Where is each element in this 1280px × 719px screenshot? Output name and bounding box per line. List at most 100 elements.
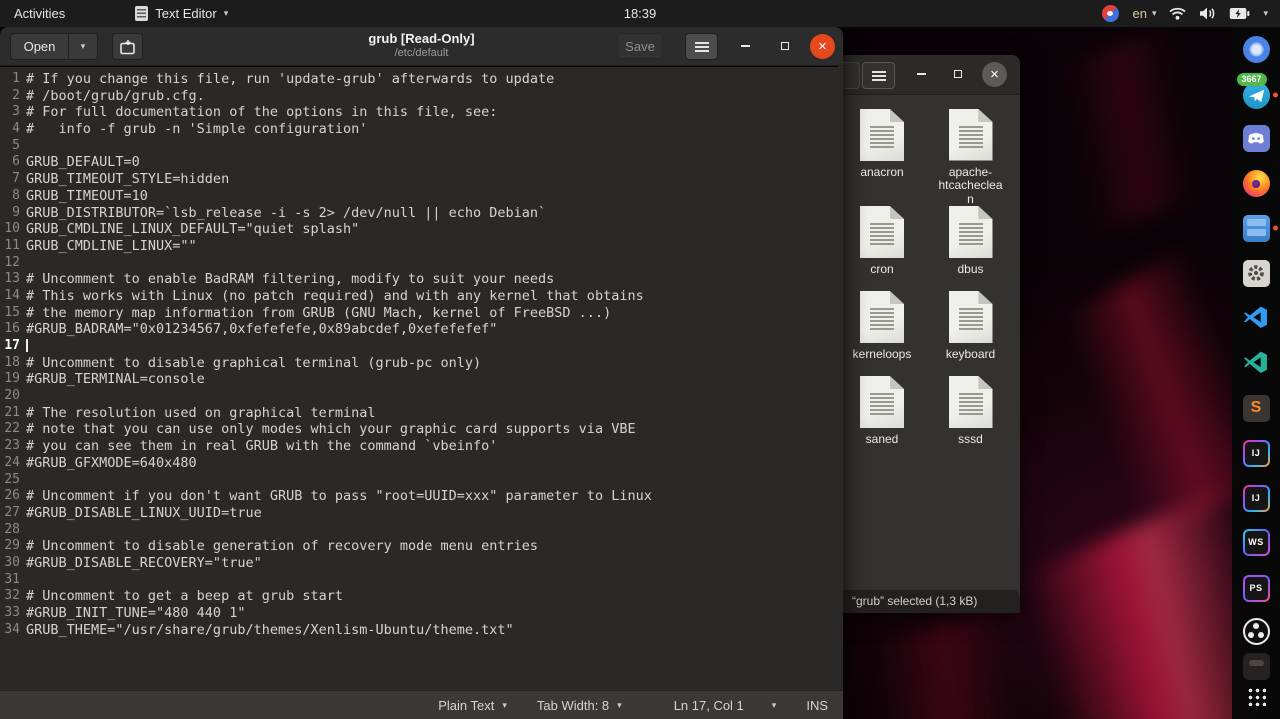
dock-obs-studio[interactable] xyxy=(1236,616,1276,646)
running-indicator xyxy=(1273,225,1278,231)
file-item-apache-htcacheclean[interactable]: apache-htcacheclean xyxy=(929,109,1013,206)
dock-firefox[interactable] xyxy=(1236,168,1276,198)
code-line-18[interactable]: 18 # Uncomment to disable graphical termi… xyxy=(0,355,843,372)
file-item-cron[interactable]: cron xyxy=(840,206,924,291)
dock-intellij-idea[interactable]: IJ xyxy=(1236,438,1276,468)
code-line-21[interactable]: 21 # The resolution used on graphical ter… xyxy=(0,405,843,422)
editor-headerbar: Open ▾ grub [Read-Only] /etc/default Sav… xyxy=(0,27,843,66)
code-line-27[interactable]: 27 #GRUB_DISABLE_LINUX_UUID=true xyxy=(0,505,843,522)
code-line-19[interactable]: 19 #GRUB_TERMINAL=console xyxy=(0,371,843,388)
keyboard-layout-indicator[interactable]: en ▾ xyxy=(1132,6,1156,21)
editor-maximize-button[interactable] xyxy=(775,36,795,56)
code-line-11[interactable]: 11 GRUB_CMDLINE_LINUX="" xyxy=(0,238,843,255)
code-line-9[interactable]: 9 GRUB_DISTRIBUTOR=`lsb_release -i -s 2> … xyxy=(0,205,843,222)
code-line-13[interactable]: 13 # Uncomment to enable BadRAM filtering… xyxy=(0,271,843,288)
file-item-keyboard[interactable]: keyboard xyxy=(929,291,1013,376)
line-number: 5 xyxy=(12,137,20,153)
file-item-saned[interactable]: saned xyxy=(840,376,924,461)
code-line-5[interactable]: 5 xyxy=(0,138,843,155)
dock-settings[interactable] xyxy=(1236,258,1276,288)
wifi-icon[interactable] xyxy=(1169,7,1187,20)
code-line-2[interactable]: 2 # /boot/grub/grub.cfg. xyxy=(0,88,843,105)
line-text xyxy=(26,338,28,355)
code-line-31[interactable]: 31 xyxy=(0,572,843,589)
telegram-unread-badge: 3667 xyxy=(1236,72,1267,86)
dock-vscode-insiders[interactable] xyxy=(1236,348,1276,378)
fm-minimize-button[interactable] xyxy=(911,64,931,84)
dock-trash[interactable] xyxy=(1236,651,1276,681)
code-line-30[interactable]: 30 #GRUB_DISABLE_RECOVERY="true" xyxy=(0,555,843,572)
code-line-29[interactable]: 29 # Uncomment to disable generation of r… xyxy=(0,538,843,555)
code-line-20[interactable]: 20 xyxy=(0,388,843,405)
line-number: 16 xyxy=(4,321,20,337)
code-line-1[interactable]: 1 # If you change this file, run 'update-… xyxy=(0,71,843,88)
code-line-3[interactable]: 3 # For full documentation of the options… xyxy=(0,104,843,121)
file-manager-window: × anacron apache-htcacheclean cron dbus kern… xyxy=(838,55,1020,613)
text-file-icon xyxy=(948,206,993,258)
dock-phpstorm[interactable]: PS xyxy=(1236,573,1276,603)
save-button[interactable]: Save xyxy=(617,33,663,59)
line-text: # /boot/grub/grub.cfg. xyxy=(26,87,205,104)
tab-width-dropdown[interactable]: Tab Width: 8 ▾ xyxy=(537,698,622,713)
dock-intellij-idea-community[interactable]: IJ xyxy=(1236,483,1276,513)
app-menu[interactable]: Text Editor ▾ xyxy=(135,6,228,21)
code-line-15[interactable]: 15 # the memory map information from GRUB… xyxy=(0,305,843,322)
line-number: 14 xyxy=(4,287,20,303)
code-line-12[interactable]: 12 xyxy=(0,255,843,272)
line-text: GRUB_TIMEOUT_STYLE=hidden xyxy=(26,171,230,188)
code-line-32[interactable]: 32 # Uncomment to get a beep at grub star… xyxy=(0,588,843,605)
file-item-anacron[interactable]: anacron xyxy=(840,109,924,206)
dock-files[interactable] xyxy=(1236,213,1278,243)
show-applications-button[interactable] xyxy=(1236,681,1276,711)
fm-menu-button[interactable] xyxy=(862,62,895,89)
code-line-17[interactable]: 17 xyxy=(0,338,843,355)
fm-close-button[interactable]: × xyxy=(982,62,1007,87)
fm-maximize-button[interactable] xyxy=(948,64,968,84)
chevron-down-icon: ▾ xyxy=(223,8,229,18)
chevron-down-icon[interactable]: ▾ xyxy=(1263,8,1268,19)
code-line-4[interactable]: 4 # info -f grub -n 'Simple configuration… xyxy=(0,121,843,138)
editor-lines[interactable]: 1 # If you change this file, run 'update-… xyxy=(0,67,843,690)
goto-line-dropdown[interactable]: ▾ xyxy=(772,700,777,711)
editor-menu-button[interactable] xyxy=(685,33,718,60)
activities-button[interactable]: Activities xyxy=(0,6,81,21)
dock-webstorm[interactable]: WS xyxy=(1236,527,1276,557)
app-menu-label: Text Editor xyxy=(155,6,217,21)
dock-chromium[interactable] xyxy=(1236,34,1276,64)
code-line-22[interactable]: 22 # note that you can use only modes whi… xyxy=(0,421,843,438)
file-item-kerneloops[interactable]: kerneloops xyxy=(840,291,924,376)
editor-minimize-button[interactable] xyxy=(735,36,755,56)
code-line-14[interactable]: 14 # This works with Linux (no patch requ… xyxy=(0,288,843,305)
code-line-7[interactable]: 7 GRUB_TIMEOUT_STYLE=hidden xyxy=(0,171,843,188)
open-button[interactable]: Open xyxy=(10,33,69,60)
code-line-6[interactable]: 6 GRUB_DEFAULT=0 xyxy=(0,154,843,171)
line-text: # the memory map information from GRUB (… xyxy=(26,304,612,321)
text-file-icon xyxy=(860,376,904,428)
code-line-26[interactable]: 26 # Uncomment if you don't want GRUB to … xyxy=(0,488,843,505)
file-item-sssd[interactable]: sssd xyxy=(929,376,1013,461)
battery-charging-icon[interactable] xyxy=(1229,7,1250,20)
text-file-icon xyxy=(948,109,993,161)
cursor-position-label[interactable]: Ln 17, Col 1 xyxy=(674,698,744,713)
code-line-10[interactable]: 10 GRUB_CMDLINE_LINUX_DEFAULT="quiet spla… xyxy=(0,221,843,238)
tray-app-indicator-icon[interactable] xyxy=(1102,5,1120,22)
code-line-33[interactable]: 33 #GRUB_INIT_TUNE="480 440 1" xyxy=(0,605,843,622)
file-item-dbus[interactable]: dbus xyxy=(929,206,1013,291)
code-line-34[interactable]: 34 GRUB_THEME="/usr/share/grub/themes/Xen… xyxy=(0,622,843,639)
volume-icon[interactable] xyxy=(1199,7,1216,20)
open-recent-dropdown[interactable]: ▾ xyxy=(69,33,98,60)
dock-telegram[interactable]: 3667 xyxy=(1236,72,1278,110)
dock-sublime-text[interactable]: S xyxy=(1236,393,1276,423)
new-document-button[interactable] xyxy=(112,33,143,60)
language-dropdown[interactable]: Plain Text ▾ xyxy=(438,698,507,713)
code-line-28[interactable]: 28 xyxy=(0,522,843,539)
code-line-25[interactable]: 25 xyxy=(0,472,843,489)
code-line-8[interactable]: 8 GRUB_TIMEOUT=10 xyxy=(0,188,843,205)
code-line-16[interactable]: 16 #GRUB_BADRAM="0x01234567,0xfefefefe,0x… xyxy=(0,321,843,338)
editor-close-button[interactable]: × xyxy=(810,34,835,59)
code-line-23[interactable]: 23 # you can see them in real GRUB with t… xyxy=(0,438,843,455)
dock-vscode[interactable] xyxy=(1236,303,1276,333)
clock[interactable]: 18:39 xyxy=(614,0,667,27)
dock-discord[interactable] xyxy=(1236,123,1276,153)
code-line-24[interactable]: 24 #GRUB_GFXMODE=640x480 xyxy=(0,455,843,472)
